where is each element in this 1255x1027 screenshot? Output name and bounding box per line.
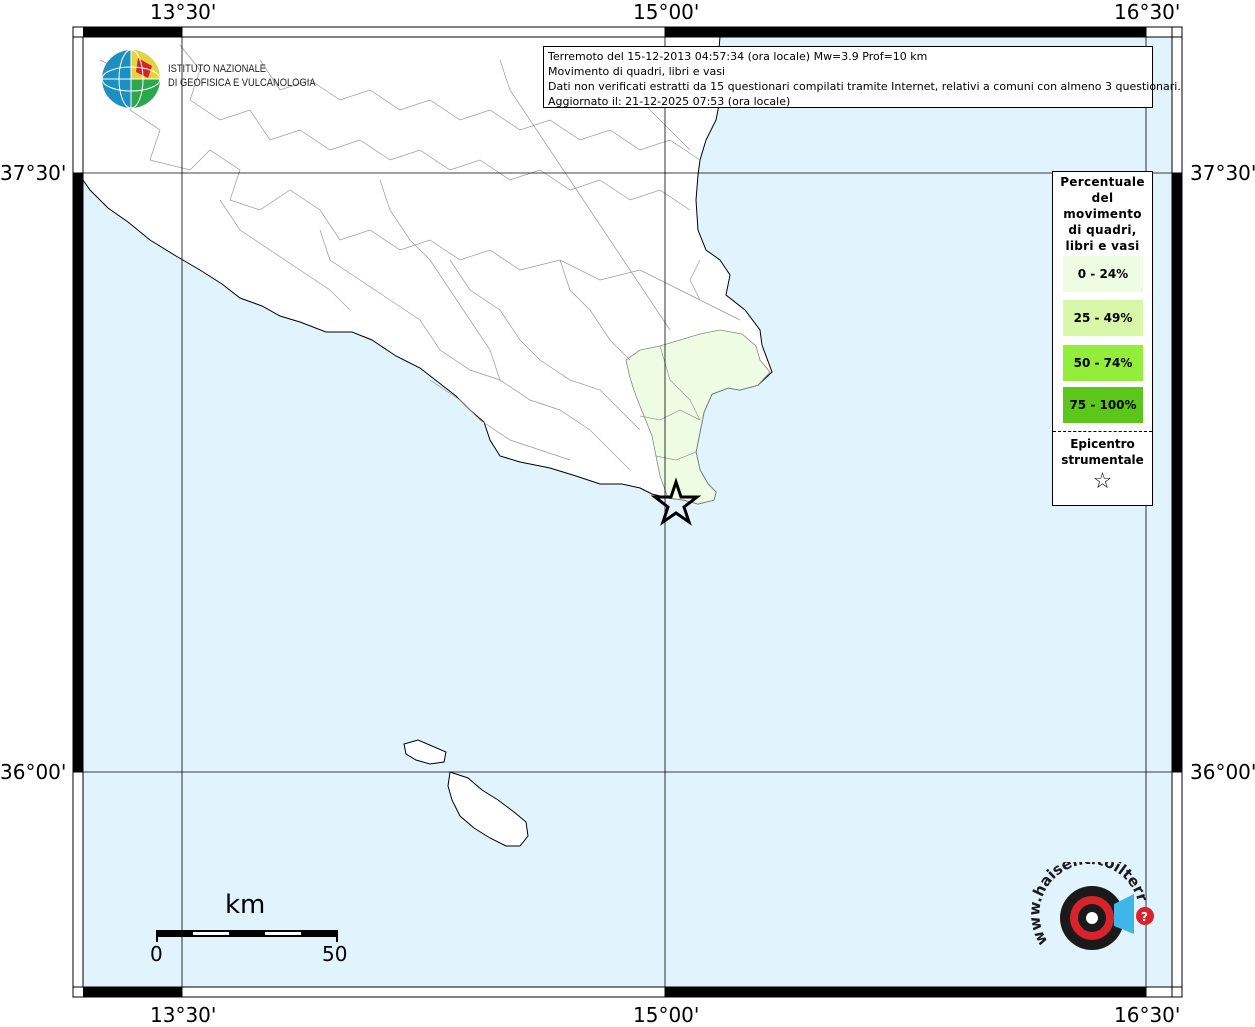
lon-tick-label-bottom-1: 13°30' [150,1003,217,1027]
legend: Percentuale del movimento di quadri, lib… [1052,171,1153,506]
legend-divider [1053,431,1152,432]
haisentito-logo-icon: ? www.haisentitoilterremoto.it [1022,848,1154,950]
lon-tick-label-bottom-2: 15°00' [633,1003,700,1027]
ingv-name-line1: ISTITUTO NAZIONALE [168,63,267,75]
lon-tick-label-top-3: 16°30' [1114,0,1181,24]
legend-class-0: 0 - 24% [1063,256,1143,292]
lat-tick-label-left-1: 37°30' [0,161,67,185]
scale-ruler [156,930,338,942]
event-info-box: Terremoto del 15-12-2013 04:57:34 (ora l… [543,46,1181,108]
legend-star-icon: ☆ [1092,469,1113,494]
updated-at: Aggiornato il: 21-12-2025 07:53 (ora loc… [548,95,791,108]
legend-class-2: 50 - 74% [1063,345,1143,381]
lat-tick-label-right-2: 36°00' [1190,760,1255,784]
data-note: Dati non verificati estratti da 15 quest… [548,80,1181,93]
ingv-globe-icon [101,49,161,109]
effect-name: Movimento di quadri, libri e vasi [548,65,726,78]
event-title: Terremoto del 15-12-2013 04:57:34 (ora l… [548,50,928,63]
scale-max-label: 50 [322,942,348,966]
legend-title: Percentuale del movimento di quadri, lib… [1060,175,1145,253]
scale-bar: km 0 50 [150,890,350,970]
legend-class-1: 25 - 49% [1063,300,1143,336]
lon-tick-label-top-1: 13°30' [150,0,217,24]
ingv-logo: ISTITUTO NAZIONALE DI GEOFISICA E VULCAN… [100,48,330,110]
ingv-name-line2: DI GEOFISICA E VULCANOLOGIA [168,77,316,89]
svg-text:?: ? [1141,910,1148,924]
legend-class-3: 75 - 100% [1063,387,1143,423]
haisentito-logo: ? www.haisentitoilterremoto.it [1022,848,1160,982]
legend-epicenter-label: Epicentro strumentale [1061,437,1144,467]
lat-tick-label-left-2: 36°00' [0,760,67,784]
scale-min-label: 0 [150,942,163,966]
lon-tick-label-bottom-3: 16°30' [1114,1003,1181,1027]
lat-tick-label-right-1: 37°30' [1190,161,1255,185]
lon-tick-label-top-2: 15°00' [633,0,700,24]
